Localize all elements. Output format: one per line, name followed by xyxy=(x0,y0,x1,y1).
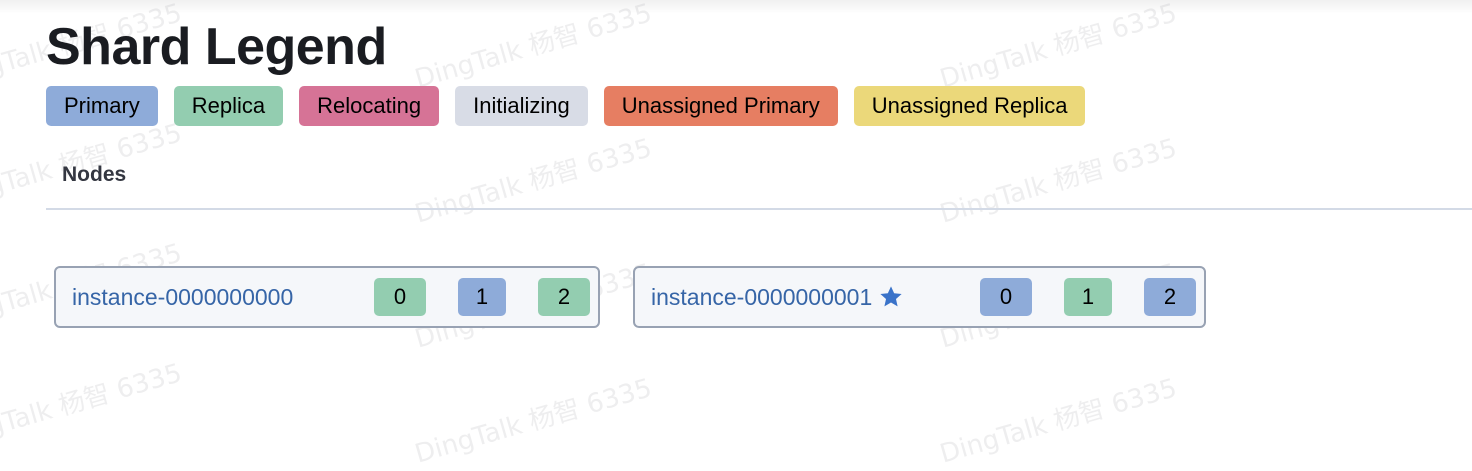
legend-badge-unassigned-replica: Unassigned Replica xyxy=(853,86,1086,126)
legend-badge-initializing: Initializing xyxy=(455,86,588,126)
shard-list: 0 1 2 xyxy=(374,278,590,316)
divider xyxy=(46,208,1472,210)
star-icon xyxy=(880,286,902,307)
legend-badge-replica: Replica xyxy=(173,86,284,126)
shard-badge[interactable]: 0 xyxy=(980,278,1032,316)
shard-badge[interactable]: 2 xyxy=(538,278,590,316)
watermark: DingTalk 杨智 6335 xyxy=(936,0,1181,95)
legend-badge-primary: Primary xyxy=(46,86,158,126)
shard-list: 0 1 2 xyxy=(980,278,1196,316)
nodes-section-title: Nodes xyxy=(62,163,127,186)
shard-badge[interactable]: 1 xyxy=(458,278,506,316)
page-title: Shard Legend xyxy=(46,18,387,76)
watermark: DingTalk 杨智 6335 xyxy=(0,358,186,455)
legend-badge-unassigned-primary: Unassigned Primary xyxy=(603,86,838,126)
watermark: DingTalk 杨智 6335 xyxy=(411,0,656,95)
watermark: DingTalk 杨智 6335 xyxy=(936,373,1181,470)
node-name-link[interactable]: instance-0000000000 xyxy=(72,284,293,311)
shard-badge[interactable]: 1 xyxy=(1064,278,1112,316)
watermark: DingTalk 杨智 6335 xyxy=(411,133,656,230)
node-card: instance-0000000001 0 1 2 xyxy=(633,266,1206,328)
shard-badge[interactable]: 0 xyxy=(374,278,426,316)
legend-badge-relocating: Relocating xyxy=(299,86,440,126)
node-name-link[interactable]: instance-0000000001 xyxy=(651,284,872,311)
node-card: instance-0000000000 0 1 2 xyxy=(54,266,600,328)
watermark: DingTalk 杨智 6335 xyxy=(936,133,1181,230)
shard-legend: Primary Replica Relocating Initializing … xyxy=(46,86,1086,126)
node-list: instance-0000000000 0 1 2 instance-00000… xyxy=(54,266,1206,328)
shard-badge[interactable]: 2 xyxy=(1144,278,1196,316)
header-shadow xyxy=(0,0,1472,14)
watermark: DingTalk 杨智 6335 xyxy=(411,373,656,470)
